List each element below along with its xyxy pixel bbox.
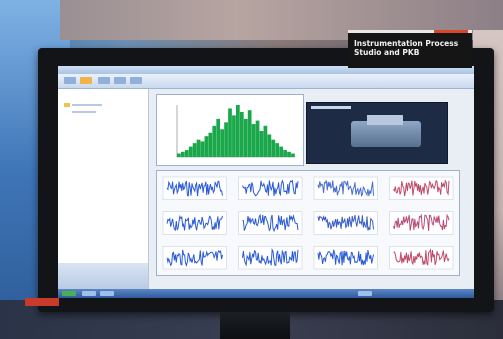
histogram-bar [243, 118, 248, 157]
histogram-bar [212, 125, 217, 157]
histogram-bar [275, 143, 280, 157]
waveform-cell [238, 211, 303, 235]
histogram-chart [176, 105, 295, 158]
monitor [38, 48, 494, 312]
histogram-bar [259, 131, 264, 157]
waveform-grid [162, 176, 454, 270]
histogram-bar [224, 122, 228, 157]
ribbon-button[interactable] [130, 77, 142, 84]
start-button[interactable] [62, 291, 76, 296]
histogram-bar [263, 125, 268, 157]
video-toolbar [311, 106, 351, 109]
histogram-bar [180, 151, 185, 157]
waveform-grid-panel [156, 170, 460, 276]
histogram-bar [236, 105, 240, 157]
monitor-screen [58, 66, 474, 298]
brand-tag [25, 298, 59, 306]
exhibit-sign: Instrumentation Process Studio and PKB [348, 30, 472, 68]
histogram-bar [239, 111, 244, 157]
tree-item[interactable] [72, 104, 102, 106]
histogram-bar [232, 115, 236, 157]
histogram-bar [287, 151, 291, 157]
sign-title-line-2: Studio and PKB [354, 48, 420, 57]
waveform-cell [389, 246, 454, 270]
histogram-bar [220, 129, 225, 157]
histogram-bar [251, 124, 256, 157]
histogram-bar [267, 134, 272, 157]
taskbar-item[interactable] [82, 291, 96, 296]
folder-icon[interactable] [64, 103, 70, 107]
ribbon-button[interactable] [80, 77, 92, 84]
taskbar-item[interactable] [100, 291, 114, 296]
histogram-bar [200, 141, 205, 157]
histogram-bar [247, 110, 252, 157]
app-ribbon [58, 74, 474, 89]
video-panel [306, 102, 448, 164]
sign-accent-stripe [434, 30, 468, 33]
sign-title-line-1: Instrumentation Process [354, 39, 459, 48]
tree-item[interactable] [72, 111, 96, 113]
histogram-bar [184, 150, 189, 157]
histogram-bar [216, 118, 221, 157]
histogram-bar [177, 153, 181, 157]
histogram-bar [283, 150, 287, 157]
ribbon-button[interactable] [98, 77, 110, 84]
ribbon-button[interactable] [64, 77, 76, 84]
taskbar-item[interactable] [358, 291, 372, 296]
histogram-bar [196, 139, 201, 157]
histogram-bar [208, 132, 213, 157]
machine-image-part [367, 115, 403, 125]
histogram-bar [204, 136, 209, 157]
histogram-bar [188, 146, 193, 157]
waveform-cell [313, 246, 378, 270]
histogram-bar [271, 139, 276, 157]
navigation-pane [58, 89, 149, 289]
histogram-bar [228, 108, 232, 157]
taskbar [58, 289, 474, 298]
histogram-panel [156, 94, 304, 166]
histogram-bar [291, 153, 295, 157]
histogram-bar [255, 120, 260, 157]
navigation-pane-footer [58, 263, 148, 289]
histogram-bar [279, 146, 284, 157]
ribbon-button[interactable] [114, 77, 126, 84]
histogram-bar [192, 143, 197, 157]
monitor-stand [220, 312, 290, 339]
